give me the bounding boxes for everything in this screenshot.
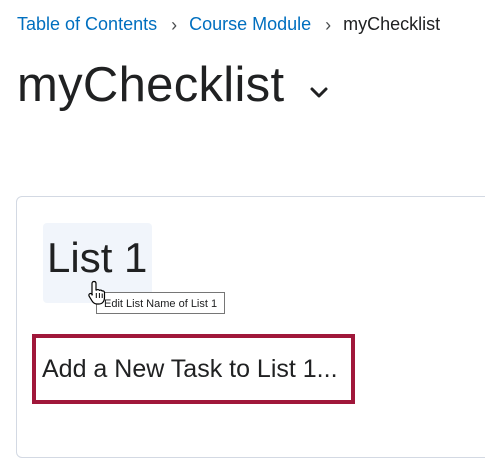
add-new-task-button[interactable]: Add a New Task to List 1... [42,346,338,392]
hand-pointer-icon [88,280,106,305]
breadcrumb-separator-icon: › [171,15,178,35]
add-task-highlight: Add a New Task to List 1... [32,334,355,404]
breadcrumb-link-table-of-contents[interactable]: Table of Contents [17,13,157,35]
page-title-row: myChecklist [17,52,330,118]
list-name: List 1 [47,234,148,281]
chevron-down-icon[interactable] [308,82,330,104]
breadcrumb-separator-icon: › [325,15,332,35]
breadcrumb-link-course-module[interactable]: Course Module [189,13,311,35]
breadcrumb-current: myChecklist [343,14,441,34]
breadcrumb: Table of Contents › Course Module › myCh… [17,13,440,35]
page-title: myChecklist [17,58,285,112]
edit-list-name-tooltip: Edit List Name of List 1 [96,292,226,314]
